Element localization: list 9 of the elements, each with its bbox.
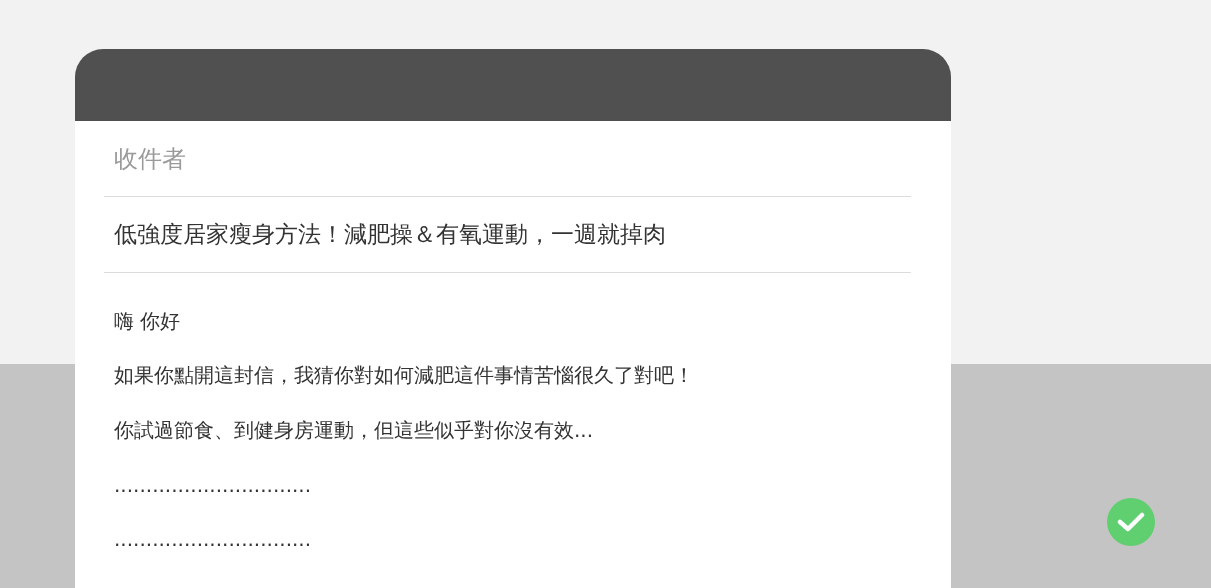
body-paragraph: 如果你點開這封信，我猜你對如何減肥這件事情苦惱很久了對吧！ xyxy=(113,362,695,390)
body-paragraph: 嗨 你好 xyxy=(113,307,182,335)
body-paragraph: ............................... xyxy=(113,471,313,499)
subject-text: 低強度居家瘦身方法！減肥操＆有氧運動，一週就掉肉 xyxy=(114,220,666,249)
check-icon xyxy=(1117,511,1145,533)
recipient-field[interactable]: 收件者 xyxy=(114,144,714,173)
body-paragraph: 你試過節食、到健身房運動，但這些似乎對你沒有效... xyxy=(113,416,595,444)
send-button[interactable] xyxy=(1107,498,1155,546)
body-paragraph: ............................... xyxy=(113,526,313,554)
